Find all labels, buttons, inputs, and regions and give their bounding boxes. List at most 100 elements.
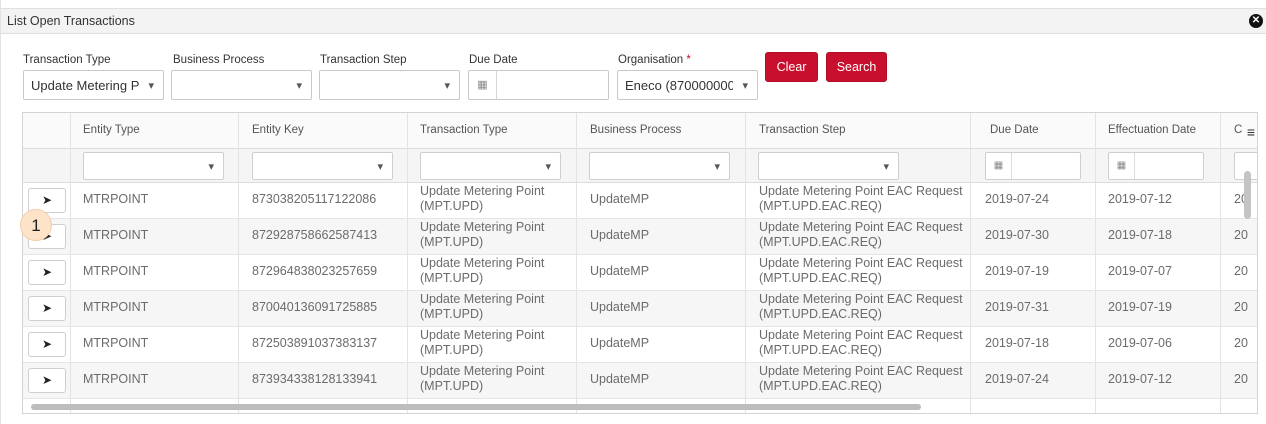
- required-mark: *: [686, 54, 691, 66]
- transaction-type-filter[interactable]: ▾: [420, 152, 561, 180]
- chevron-down-icon: ▾: [883, 161, 889, 173]
- transaction-type-value: Update Metering P: [31, 78, 139, 93]
- transaction-step-line1: Update Metering Point EAC Request: [759, 328, 963, 342]
- column-menu-icon[interactable]: ≡: [1244, 124, 1255, 140]
- transaction-step-line2: (MPT.UPD.EAC.REQ): [759, 235, 882, 249]
- transaction-type-line1: Update Metering Point: [420, 364, 545, 378]
- calendar-icon[interactable]: ▦: [469, 71, 497, 99]
- effectuation-date-cell: 2019-07-07: [1108, 264, 1172, 278]
- calendar-icon[interactable]: ▦: [1109, 153, 1135, 179]
- business-process-select[interactable]: ▾: [171, 70, 312, 100]
- transaction-type-line1: Update Metering Point: [420, 184, 545, 198]
- transaction-step-filter[interactable]: ▾: [758, 152, 899, 180]
- transaction-step-line1: Update Metering Point EAC Request: [759, 220, 963, 234]
- transaction-step-line2: (MPT.UPD.EAC.REQ): [759, 343, 882, 357]
- column-divider: [70, 113, 71, 413]
- transaction-type-cell: Update Metering Point (MPT.UPD): [420, 328, 544, 358]
- chevron-down-icon: ▾: [296, 80, 302, 92]
- column-divider: [238, 113, 239, 413]
- column-divider: [745, 113, 746, 413]
- effectuation-date-filter[interactable]: ▦: [1108, 152, 1204, 180]
- table-row[interactable]: ➤ MTRPOINT 872503891037383137 Update Meteri…: [23, 327, 1257, 363]
- chevron-down-icon: ▾: [742, 80, 748, 92]
- step-marker: 1: [20, 209, 52, 241]
- entity-key-filter[interactable]: ▾: [252, 152, 393, 180]
- search-button[interactable]: Search: [826, 52, 887, 82]
- column-header-entity-type[interactable]: Entity Type: [83, 124, 140, 136]
- transaction-step-select[interactable]: ▾: [319, 70, 460, 100]
- transaction-type-line2: (MPT.UPD): [420, 235, 484, 249]
- table-row[interactable]: ➤MTRPOINT872928758662587413Update Meteri…: [23, 219, 1257, 255]
- column-header-created[interactable]: C: [1234, 124, 1242, 136]
- organisation-value: Eneco (8700000000: [625, 78, 733, 93]
- grid-filter-row: ▾ ▾ ▾ ▾ ▾ ▦ ▦: [23, 149, 1257, 183]
- close-icon[interactable]: ✕: [1249, 14, 1263, 28]
- transaction-type-cell: Update Metering Point (MPT.UPD): [420, 256, 544, 286]
- transaction-step-cell: Update Metering Point EAC Request (MPT.UP…: [759, 220, 963, 250]
- entity-key-cell: 872964838023257659: [252, 264, 378, 278]
- entity-type-cell: MTRPOINT: [83, 336, 149, 350]
- column-divider: [1220, 113, 1221, 413]
- chevron-down-icon: ▾: [148, 80, 154, 92]
- column-header-transaction-step[interactable]: Transaction Step: [759, 124, 846, 136]
- transaction-type-line2: (MPT.UPD): [420, 271, 484, 285]
- send-icon[interactable]: ➤: [28, 332, 66, 357]
- chevron-down-icon: ▾: [714, 161, 720, 173]
- chevron-down-icon: ▾: [377, 161, 383, 173]
- organisation-select[interactable]: Eneco (8700000000 ▾: [617, 70, 758, 100]
- transaction-type-cell: Update Metering Point (MPT.UPD): [420, 184, 544, 214]
- transaction-type-line1: Update Metering Point: [420, 292, 545, 306]
- transaction-step-cell: Update Metering Point EAC Request (MPT.UP…: [759, 364, 963, 394]
- due-date-cell: 2019-07-31: [985, 300, 1049, 314]
- table-row[interactable]: ➤ MTRPOINT 873038205117122086 Update Meteri…: [23, 183, 1257, 219]
- entity-key-cell: 873934338128133941: [252, 372, 378, 386]
- column-header-effectuation-date[interactable]: Effectuation Date: [1108, 124, 1196, 136]
- due-date-cell: 2019-07-30: [985, 228, 1049, 242]
- transaction-step-label: Transaction Step: [320, 54, 407, 66]
- business-process-cell: UpdateMP: [590, 336, 650, 350]
- column-divider: [970, 113, 971, 413]
- entity-type-cell: MTRPOINT: [83, 192, 149, 206]
- column-header-transaction-type[interactable]: Transaction Type: [420, 124, 508, 136]
- calendar-icon[interactable]: ▦: [986, 153, 1012, 179]
- created-cell: 20: [1234, 372, 1248, 386]
- organisation-label: Organisation *: [618, 54, 691, 66]
- table-row[interactable]: ➤ MTRPOINT 870040136091725885 Update Meteri…: [23, 291, 1257, 327]
- column-header-due-date[interactable]: Due Date: [990, 124, 1039, 136]
- business-process-filter[interactable]: ▾: [589, 152, 730, 180]
- transaction-step-line1: Update Metering Point EAC Request: [759, 364, 963, 378]
- column-header-entity-key[interactable]: Entity Key: [252, 124, 304, 136]
- transaction-step-cell: Update Metering Point EAC Request (MPT.UP…: [759, 184, 963, 214]
- due-date-label: Due Date: [469, 54, 518, 66]
- panel-header: List Open Transactions ✕: [1, 8, 1266, 34]
- organisation-label-text: Organisation: [618, 54, 684, 66]
- created-cell: 20: [1234, 300, 1248, 314]
- table-row[interactable]: ➤ MTRPOINT 873934338128133941 Update Meteri…: [23, 363, 1257, 399]
- entity-type-filter[interactable]: ▾: [83, 152, 224, 180]
- column-divider: [1095, 113, 1096, 413]
- due-date-filter[interactable]: ▦: [985, 152, 1081, 180]
- transaction-type-line2: (MPT.UPD): [420, 307, 484, 321]
- effectuation-date-cell: 2019-07-12: [1108, 372, 1172, 386]
- clear-button[interactable]: Clear: [765, 52, 818, 82]
- transaction-type-select[interactable]: Update Metering P ▾: [23, 70, 164, 100]
- entity-key-cell: 872503891037383137: [252, 336, 378, 350]
- due-date-input[interactable]: ▦: [468, 70, 609, 100]
- entity-key-cell: 873038205117122086: [252, 192, 377, 206]
- effectuation-date-cell: 2019-07-12: [1108, 192, 1172, 206]
- column-header-business-process[interactable]: Business Process: [590, 124, 681, 136]
- panel-title: List Open Transactions: [7, 14, 135, 28]
- entity-key-cell: 872928758662587413: [252, 228, 378, 242]
- table-row[interactable]: ➤ MTRPOINT 872964838023257659 Update Meteri…: [23, 255, 1257, 291]
- vertical-scrollbar[interactable]: [1244, 171, 1251, 219]
- horizontal-scrollbar[interactable]: [31, 404, 921, 410]
- entity-type-cell: MTRPOINT: [83, 300, 149, 314]
- send-icon[interactable]: ➤: [28, 260, 66, 285]
- transaction-type-line2: (MPT.UPD): [420, 199, 484, 213]
- business-process-cell: UpdateMP: [590, 264, 650, 278]
- transaction-step-cell: Update Metering Point EAC Request (MPT.UP…: [759, 328, 963, 358]
- transaction-type-cell: Update Metering Point (MPT.UPD): [420, 364, 544, 394]
- send-icon[interactable]: ➤: [28, 368, 66, 393]
- send-icon[interactable]: ➤: [28, 296, 66, 321]
- entity-key-cell: 870040136091725885: [252, 300, 378, 314]
